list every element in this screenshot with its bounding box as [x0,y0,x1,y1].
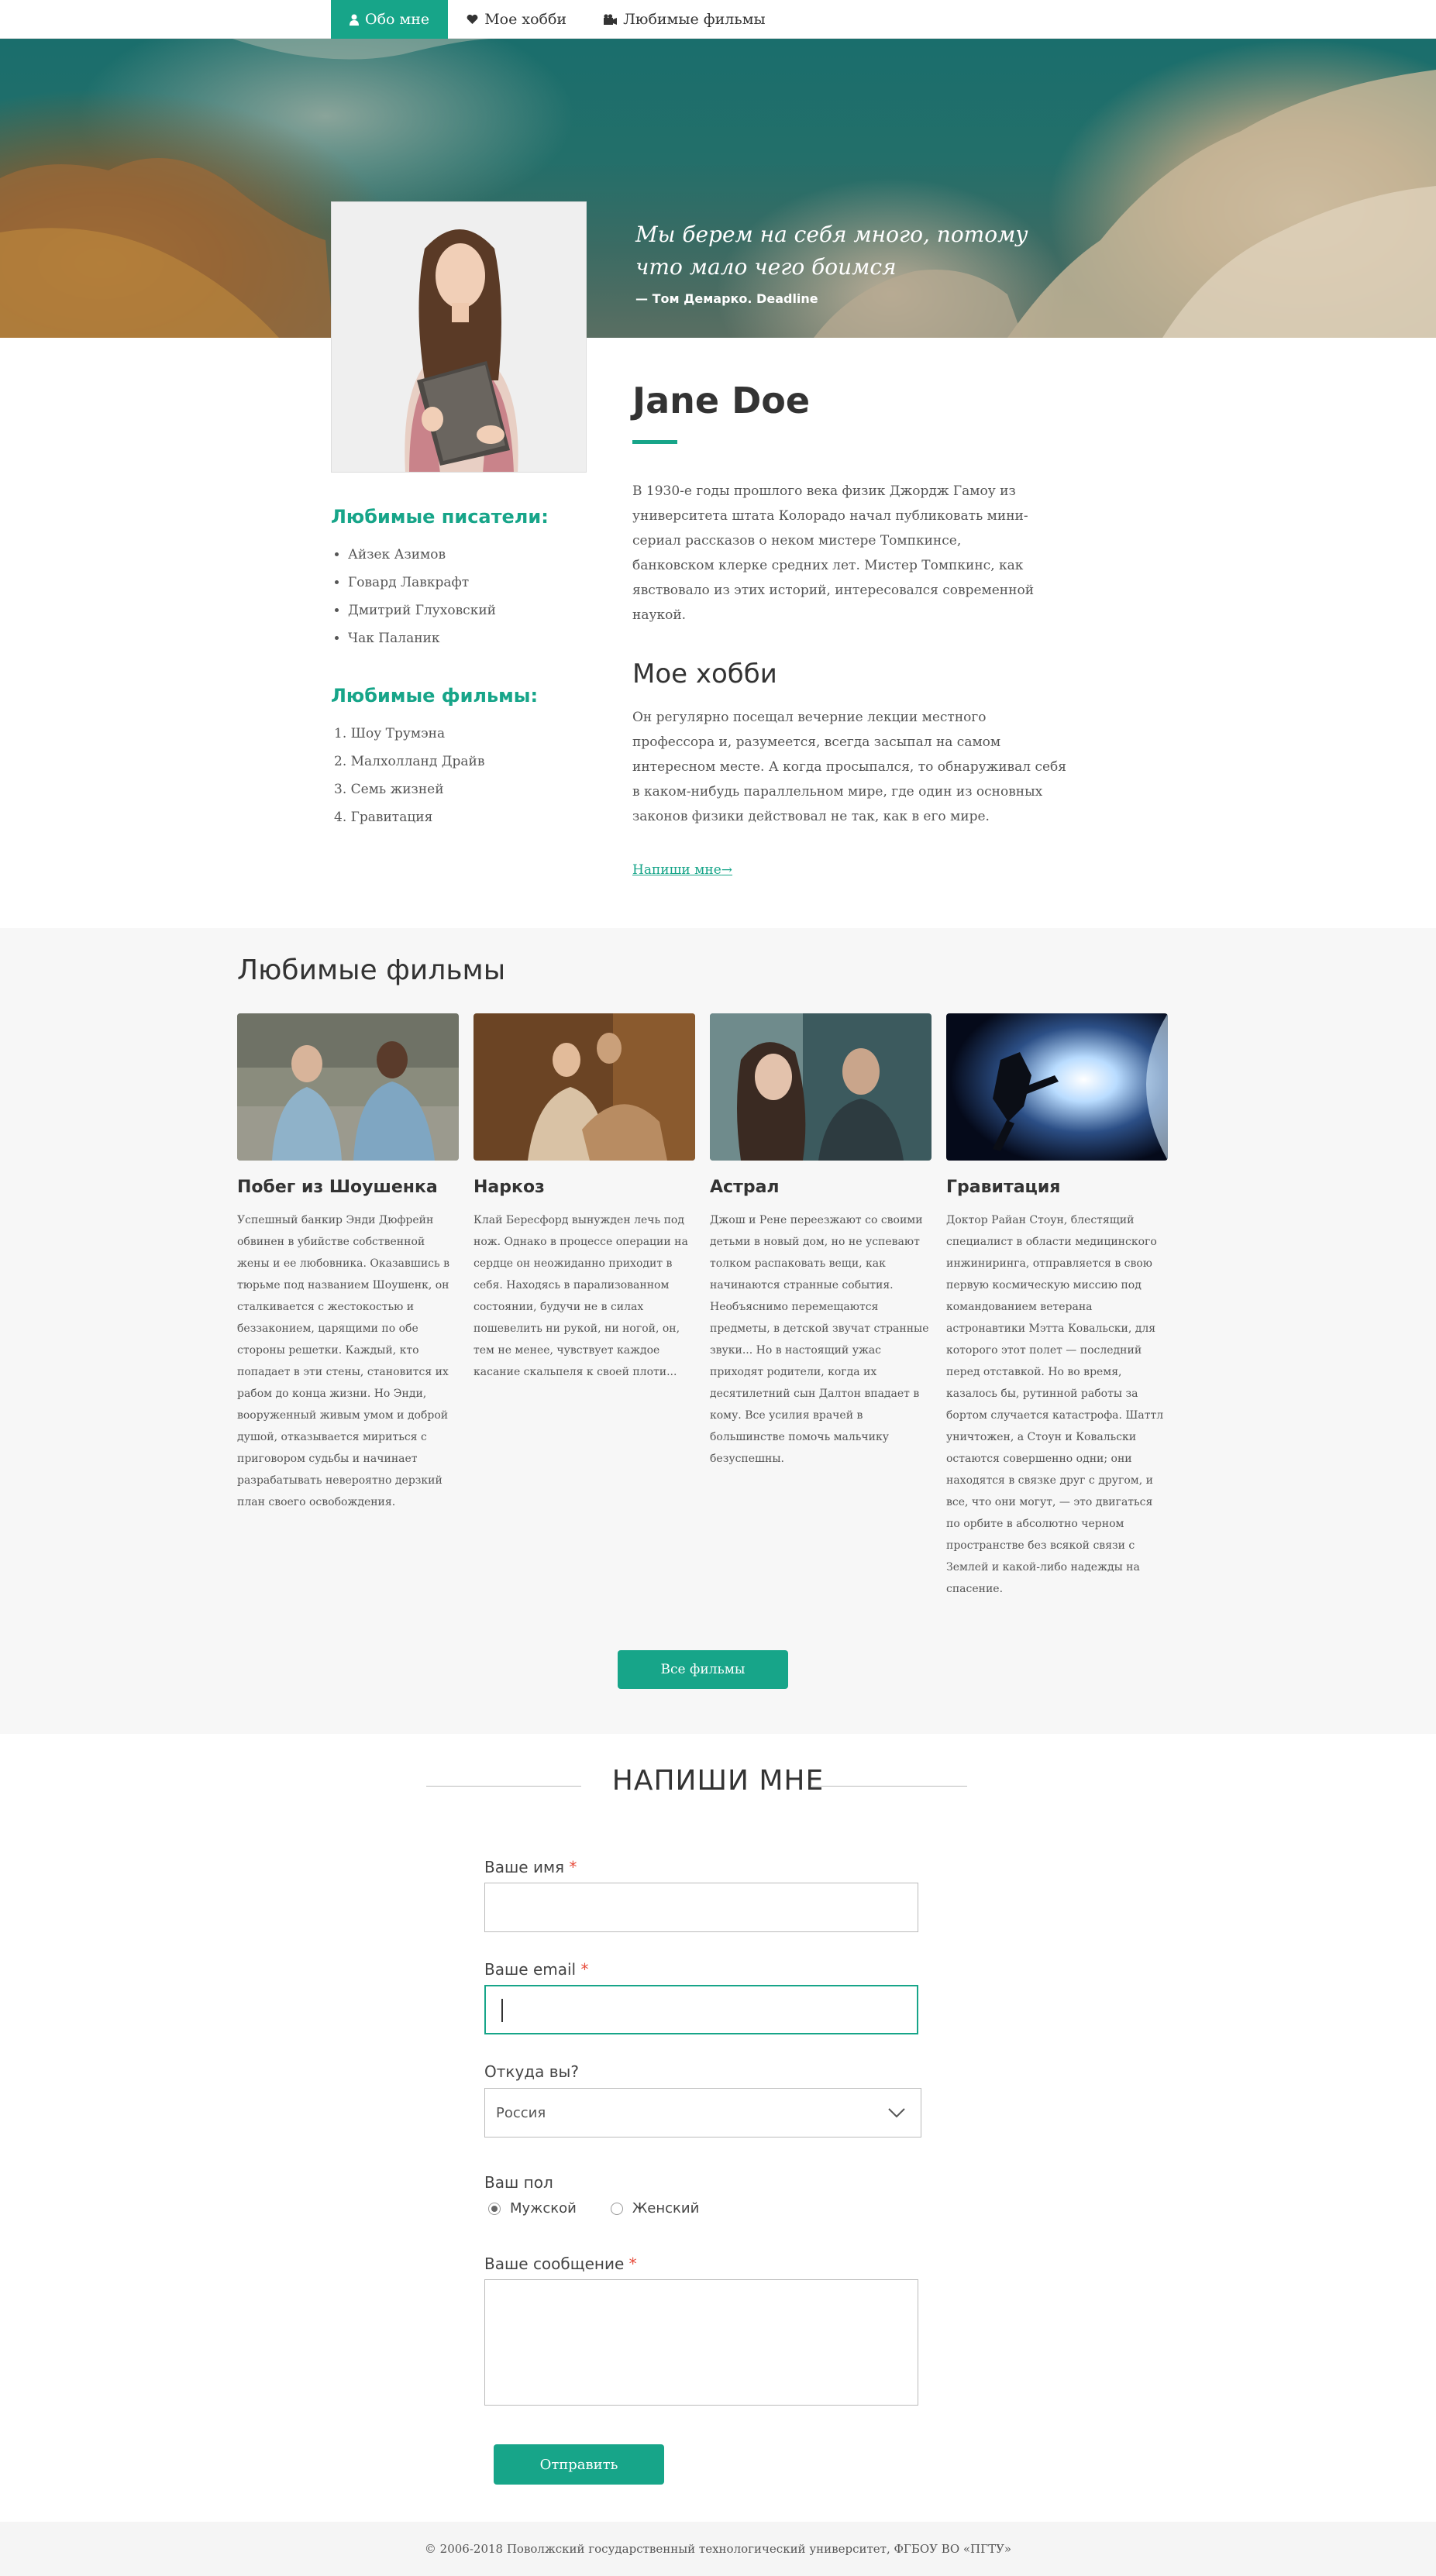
list-item: 3. Семь жизней [334,782,444,797]
hobby-text: Он регулярно посещал вечерние лекции мес… [632,710,1067,824]
film-card[interactable]: Гравитация Доктор Райан Стоун, блестящий… [946,1013,1168,1600]
contact-title: НАПИШИ МНЕ [611,1765,825,1797]
film-poster [710,1013,932,1161]
write-me-link[interactable]: Напиши мне→ [632,862,732,878]
hero-quote-block: Мы берем на себя много, потому что мало … [635,218,1038,306]
film-description: Джош и Рене переезжают со своими детьми … [710,1214,929,1465]
message-field-label: Ваше сообщение * [484,2254,637,2273]
nav-item-label: Обо мне [365,11,430,28]
favorite-writers-list: Айзек Азимов Говард Лавкрафт Дмитрий Глу… [331,541,587,652]
film-title: Побег из Шоушенка [237,1178,438,1197]
submit-button[interactable]: Отправить [494,2444,664,2485]
footer-copyright: © 2006-2018 Поволжский государственный т… [424,2542,1012,2556]
film-card[interactable]: Побег из Шоушенка Успешный банкир Энди Д… [237,1013,459,1513]
country-select-value: Россия [496,2104,546,2121]
favorite-writers-heading: Любимые писатели: [331,506,549,528]
name-input[interactable] [484,1883,918,1932]
hobby-heading: Мое хобби [632,659,777,690]
films-section-title: Любимые фильмы [237,954,506,986]
chevron-down-icon [887,2103,907,2127]
film-title: Гравитация [946,1178,1061,1197]
text-caret [501,1999,503,2022]
email-label-text: Ваше email [484,1960,577,1979]
film-description: Клай Бересфорд вынужден лечь под нож. Од… [474,1214,688,1378]
required-mark: * [569,1858,577,1876]
list-item: Айзек Азимов [348,541,587,569]
country-select[interactable]: Россия [484,2088,921,2137]
gender-option-female[interactable]: Женский [610,2200,700,2217]
film-description: Успешный банкир Энди Дюфрейн обвинен в у… [237,1214,449,1508]
arrow-right-icon: → [721,862,733,878]
heart-icon [467,14,478,25]
film-icon [604,14,618,25]
film-card[interactable]: Наркоз Клай Бересфорд вынужден лечь под … [474,1013,695,1383]
required-mark: * [580,1960,589,1979]
from-field-label: Откуда вы? [484,2062,579,2081]
nav-item-label: Любимые фильмы [623,11,766,28]
film-poster [237,1013,459,1161]
list-item: Говард Лавкрафт [348,569,587,597]
email-input[interactable] [484,1985,918,2034]
gender-radio-group: Мужской Женский [488,2200,733,2217]
radio-button[interactable] [488,2202,501,2215]
hero-banner: Мы берем на себя много, потому что мало … [0,39,1436,338]
gender-field-label: Ваш пол [484,2173,553,2192]
email-field-label: Ваше email * [484,1960,588,1979]
list-item: 4. Гравитация [334,810,433,825]
nav-item-hobby[interactable]: Мое хобби [448,0,585,39]
user-icon [350,14,359,26]
favorite-films-list: 1. Шоу Трумэна 2. Малхолланд Драйв 3. Се… [331,720,587,831]
list-item: Дмитрий Глуховский [348,597,587,624]
divider-right [812,1786,967,1787]
radio-label: Женский [632,2200,700,2217]
name-label-text: Ваше имя [484,1858,565,1876]
hero-quote-text: Мы берем на себя много, потому что мало … [635,222,1028,280]
nav-menu: Обо мне Мое хобби Любимые фильмы [331,0,784,39]
radio-label: Мужской [510,2200,577,2217]
top-navbar: Обо мне Мое хобби Любимые фильмы [0,0,1436,39]
film-description: Доктор Райан Стоун, блестящий специалист… [946,1214,1164,1595]
film-poster [474,1013,695,1161]
nav-item-about[interactable]: Обо мне [331,0,449,39]
list-item: 2. Малхолланд Драйв [334,754,485,769]
message-textarea[interactable] [484,2279,918,2406]
name-underline [632,440,677,444]
name-field-label: Ваше имя * [484,1858,577,1876]
hero-quote-author: — Том Демарко. Deadline [635,291,818,306]
nav-item-label: Мое хобби [484,11,567,28]
footer: © 2006-2018 Поволжский государственный т… [0,2522,1436,2576]
message-label-text: Ваше сообщение [484,2254,625,2273]
profile-name: Jane Doe [632,380,811,421]
films-section: Любимые фильмы Побег из Шоушенка Успешны… [0,928,1436,1734]
list-item: 1. Шоу Трумэна [334,726,446,741]
nav-item-films[interactable]: Любимые фильмы [585,0,784,39]
all-films-button[interactable]: Все фильмы [618,1650,788,1689]
radio-button[interactable] [610,2202,623,2215]
film-poster [946,1013,1168,1161]
film-card[interactable]: Астрал Джош и Рене переезжают со своими … [710,1013,932,1470]
film-title: Астрал [710,1178,780,1197]
favorite-films-heading: Любимые фильмы: [331,685,539,707]
profile-photo [331,201,587,473]
film-title: Наркоз [474,1178,545,1197]
required-mark: * [628,2254,637,2273]
write-me-link-label: Напиши мне [632,862,721,878]
gender-option-male[interactable]: Мужской [488,2200,577,2217]
list-item: Чак Паланик [348,624,587,652]
profile-bio: В 1930-е годы прошлого века физик Джордж… [632,483,1035,623]
